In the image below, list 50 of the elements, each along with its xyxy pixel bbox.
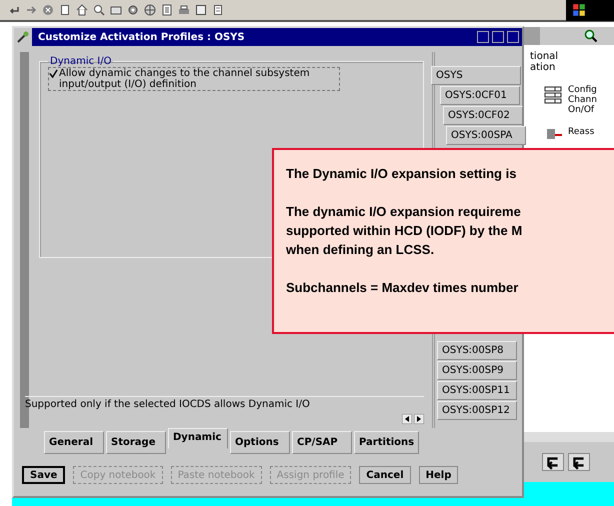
window-title: Customize Activation Profiles : OSYS [37,32,245,42]
undo-icon[interactable] [568,453,590,471]
status-text: Supported only if the selected IOCDS allows Dynamic I/O [25,396,424,410]
callout-paragraph: The dynamic I/O expansion requireme supported within HCD (IODF) by the M when defining an LCSS. [286,203,524,259]
group-title: Dynamic I/O [49,56,112,67]
heading-text: tional [530,51,560,62]
undo-icon[interactable] [542,453,564,471]
profile-tab[interactable]: OSYS:00SP12 [437,401,517,420]
stop-icon[interactable] [42,4,54,16]
printer-icon[interactable] [178,4,190,16]
magnifier-icon[interactable] [584,29,598,43]
minimize-button[interactable] [492,31,504,43]
profile-tab[interactable]: OSYS:00SP9 [437,361,517,380]
profile-tab[interactable]: OSYS:00SPA [446,126,526,145]
dialog-button[interactable]: Cancel [359,466,411,484]
back-arrow-icon[interactable] [8,4,20,16]
heading-text: ation [530,62,556,73]
page-tab[interactable]: Options [230,431,290,454]
checkbox[interactable]: Allow dynamic changes to the channel subsystem input/output (I/O) definition [48,67,340,91]
home-icon[interactable] [76,4,88,16]
page-tab[interactable]: General [44,431,104,454]
left-arrow-button[interactable] [402,414,412,424]
profile-tab[interactable]: OSYS:0CF01 [440,86,520,105]
profile-tab[interactable]: OSYS:00SP11 [437,381,517,400]
profile-tab[interactable]: OSYS [431,66,521,85]
checkbox-tick[interactable] [49,68,58,78]
task-label[interactable]: Config Chann On/Of [568,85,597,115]
page-tab[interactable]: CP/SAP [292,431,352,454]
folder-icon[interactable] [110,4,122,16]
windows-logo-icon[interactable] [572,3,586,17]
dialog-button[interactable]: Save [22,466,66,484]
callout-paragraph: The Dynamic I/O expansion setting is [286,165,518,183]
right-arrow-button[interactable] [414,414,424,424]
profile-tab[interactable]: OSYS:00SP8 [437,341,517,360]
page-tab[interactable]: Dynamic [168,428,228,449]
page-tab[interactable]: Storage [106,431,166,454]
task-label[interactable]: Reass [568,127,594,137]
page-tab[interactable]: Partitions [354,431,420,454]
checkbox-label: Allow dynamic changes to the channel subsystem input/output (I/O) definition [59,68,311,90]
globe-icon[interactable] [144,4,156,16]
maximize-button[interactable] [507,31,519,43]
page-icon[interactable] [59,4,71,16]
forward-arrow-icon[interactable] [25,4,37,16]
channels-icon[interactable] [544,85,564,105]
note-icon[interactable] [212,4,224,16]
search-icon[interactable] [93,4,105,16]
dialog-button[interactable]: Help [418,466,458,484]
profile-tab[interactable]: OSYS:0CF02 [443,106,523,125]
hide-button[interactable] [477,31,489,43]
callout-paragraph: Subchannels = Maxdev times number [286,279,520,297]
